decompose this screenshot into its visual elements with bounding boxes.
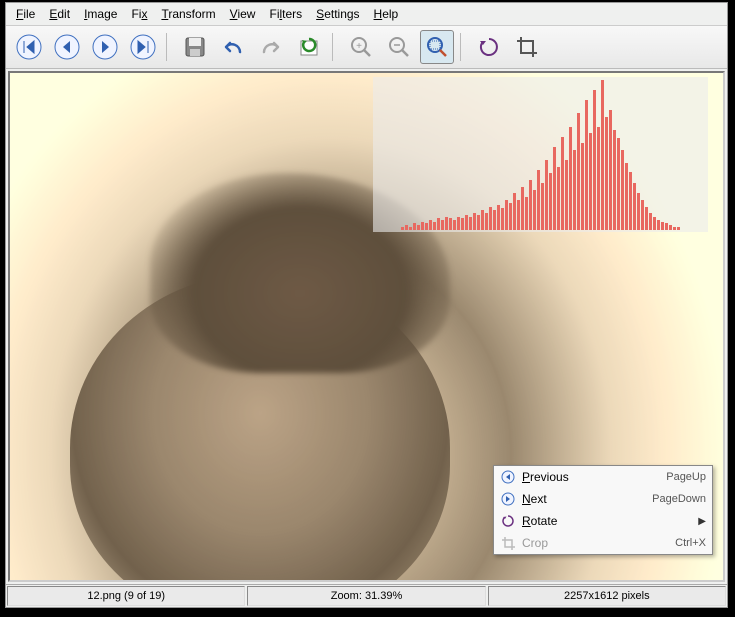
status-dimensions: 2257x1612 pixels (488, 586, 726, 606)
menu-edit[interactable]: Edit (43, 5, 76, 23)
ctx-next[interactable]: Next PageDown (494, 488, 712, 510)
nav-prev-button[interactable] (50, 30, 84, 64)
nav-first-button[interactable] (12, 30, 46, 64)
context-menu: Previous PageUp Next PageDown Rotate ▶ C… (493, 465, 713, 555)
image-canvas[interactable]: Previous PageUp Next PageDown Rotate ▶ C… (8, 71, 725, 582)
zoom-out-icon (387, 35, 411, 59)
menu-transform[interactable]: Transform (155, 5, 221, 23)
reload-button[interactable] (292, 30, 326, 64)
arrow-first-icon (16, 34, 42, 60)
app-window: FFileile Edit Image Fix Transform View F… (5, 2, 728, 608)
arrow-last-icon (130, 34, 156, 60)
crop-icon (500, 535, 516, 551)
menu-settings[interactable]: Settings (310, 5, 365, 23)
zoom-fit-icon (425, 35, 449, 59)
arrow-right-icon (92, 34, 118, 60)
crop-icon (515, 35, 539, 59)
crop-button[interactable] (510, 30, 544, 64)
ctx-label: Next (522, 492, 646, 506)
toolbar-separator (332, 33, 338, 61)
arrow-left-icon (54, 34, 80, 60)
zoom-out-button[interactable] (382, 30, 416, 64)
toolbar-separator (166, 33, 172, 61)
ctx-rotate[interactable]: Rotate ▶ (494, 510, 712, 532)
menu-image[interactable]: Image (78, 5, 123, 23)
svg-text:+: + (356, 41, 362, 52)
menu-filters[interactable]: Filters (263, 5, 308, 23)
submenu-arrow-icon: ▶ (698, 516, 706, 527)
reload-icon (297, 35, 321, 59)
rotate-icon (477, 35, 501, 59)
rotate-button[interactable] (472, 30, 506, 64)
nav-last-button[interactable] (126, 30, 160, 64)
menu-view[interactable]: View (224, 5, 262, 23)
nav-next-button[interactable] (88, 30, 122, 64)
statusbar: 12.png (9 of 19) Zoom: 31.39% 2257x1612 … (6, 584, 727, 607)
undo-button[interactable] (216, 30, 250, 64)
redo-icon (259, 35, 283, 59)
histogram-overlay (373, 77, 708, 232)
zoom-fit-button[interactable] (420, 30, 454, 64)
save-icon (183, 35, 207, 59)
arrow-left-icon (500, 469, 516, 485)
rotate-icon (500, 513, 516, 529)
arrow-right-icon (500, 491, 516, 507)
ctx-previous[interactable]: Previous PageUp (494, 466, 712, 488)
ctx-label: Rotate (522, 514, 692, 528)
save-button[interactable] (178, 30, 212, 64)
redo-button[interactable] (254, 30, 288, 64)
toolbar: + (6, 26, 727, 69)
ctx-shortcut: PageDown (652, 493, 706, 505)
toolbar-separator (460, 33, 466, 61)
menu-help[interactable]: Help (368, 5, 405, 23)
zoom-in-button[interactable]: + (344, 30, 378, 64)
menu-file[interactable]: FFileile (10, 5, 41, 23)
menubar: FFileile Edit Image Fix Transform View F… (6, 3, 727, 26)
ctx-label: Previous (522, 470, 660, 484)
menu-fix[interactable]: Fix (125, 5, 153, 23)
status-zoom: Zoom: 31.39% (247, 586, 485, 606)
undo-icon (221, 35, 245, 59)
ctx-label: Crop (522, 536, 669, 550)
zoom-in-icon: + (349, 35, 373, 59)
status-filename: 12.png (9 of 19) (7, 586, 245, 606)
ctx-shortcut: PageUp (666, 471, 706, 483)
ctx-shortcut: Ctrl+X (675, 537, 706, 549)
ctx-crop: Crop Ctrl+X (494, 532, 712, 554)
